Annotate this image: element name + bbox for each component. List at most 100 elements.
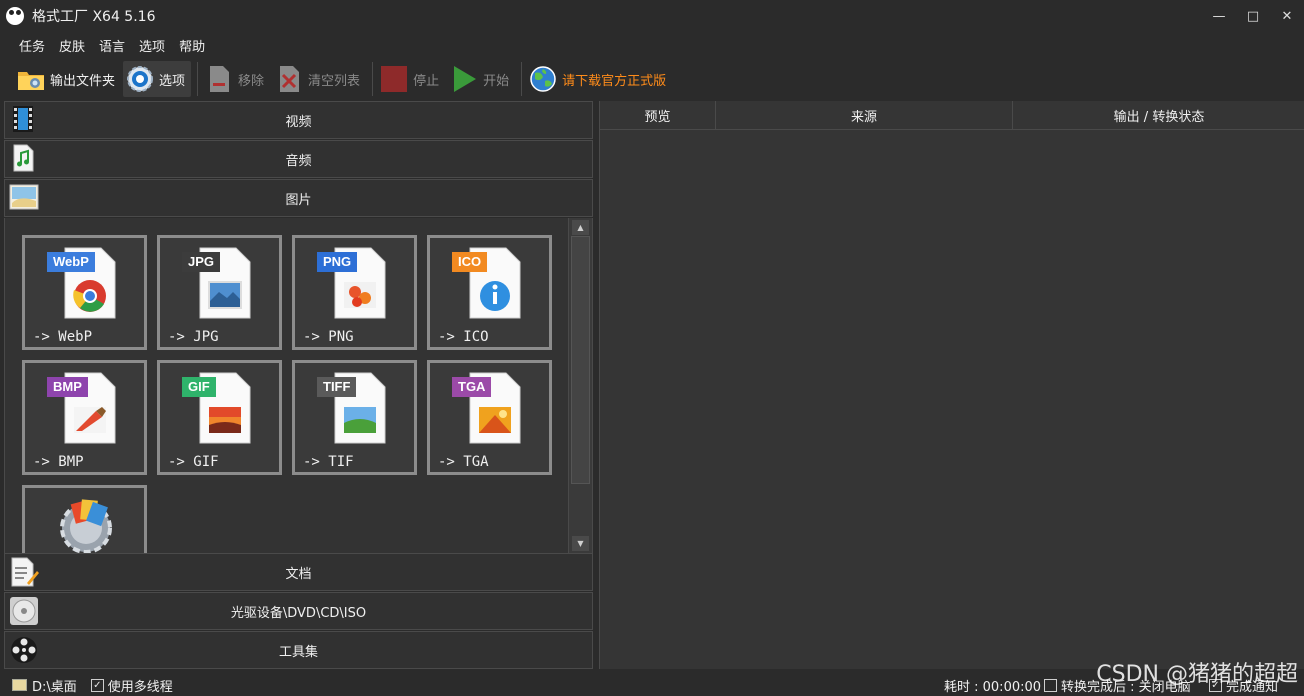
- ico-tile-label: -> ICO: [438, 329, 489, 345]
- convert-to-gif-tile[interactable]: GIF -> GIF: [157, 360, 282, 475]
- category-image-label: 图片: [285, 192, 312, 208]
- convert-to-tif-tile[interactable]: TIFF -> TIF: [292, 360, 417, 475]
- play-icon: [449, 64, 479, 94]
- output-path: D:\桌面: [32, 679, 77, 695]
- menu-skin[interactable]: 皮肤: [52, 36, 92, 55]
- toolbar-divider: [372, 62, 374, 96]
- gear-icon: [125, 64, 155, 94]
- category-panel: 视频 音频 图片 WebP -> WebP JPG -> JPG PNG -> …: [4, 101, 594, 669]
- scroll-thumb[interactable]: [571, 236, 590, 484]
- gif-tile-label: -> GIF: [168, 454, 219, 470]
- picture-icon: [9, 183, 39, 213]
- image-tools-gear-icon: [60, 499, 112, 553]
- globe-icon: [528, 64, 558, 94]
- output-folder-button[interactable]: 输出文件夹: [14, 61, 121, 97]
- multithread-label: 使用多线程: [107, 679, 173, 695]
- menu-task[interactable]: 任务: [12, 36, 52, 55]
- webp-tag: WebP: [47, 252, 95, 272]
- remove-label: 移除: [238, 73, 265, 89]
- image-tools-tile[interactable]: [22, 485, 147, 553]
- download-official-label: 请下载官方正式版: [562, 73, 667, 89]
- category-audio[interactable]: 音频: [4, 140, 593, 178]
- category-video-label: 视频: [285, 114, 312, 130]
- png-tag: PNG: [317, 252, 358, 272]
- scroll-up-arrow-icon[interactable]: ▲: [572, 220, 589, 235]
- jpg-tile-label: -> JPG: [168, 329, 219, 345]
- close-button[interactable]: ✕: [1270, 0, 1304, 32]
- film-reel-icon: [9, 635, 39, 665]
- category-document-label: 文档: [285, 566, 312, 582]
- stop-button[interactable]: 停止: [377, 61, 445, 97]
- disc-drive-icon: [9, 596, 39, 626]
- menu-language[interactable]: 语言: [92, 36, 132, 55]
- scroll-down-arrow-icon[interactable]: ▼: [572, 536, 589, 551]
- stop-icon: [379, 64, 409, 94]
- convert-to-bmp-tile[interactable]: BMP -> BMP: [22, 360, 147, 475]
- category-disc-label: 光驱设备\DVD\CD\ISO: [230, 605, 367, 621]
- folder-icon: [16, 64, 46, 94]
- music-note-icon: [9, 144, 39, 174]
- category-tools[interactable]: 工具集: [4, 631, 593, 669]
- column-source[interactable]: 来源: [716, 101, 1013, 130]
- tiff-tag: TIFF: [317, 377, 357, 397]
- toolbar-divider: [197, 62, 199, 96]
- window-title: 格式工厂 X64 5.16: [32, 9, 156, 25]
- menu-bar: 任务 皮肤 语言 选项 帮助: [0, 32, 1304, 58]
- webp-tile-label: -> WebP: [33, 329, 93, 345]
- remove-file-icon: [204, 64, 234, 94]
- category-video[interactable]: 视频: [4, 101, 593, 139]
- film-strip-icon: [9, 105, 39, 135]
- column-preview[interactable]: 预览: [600, 101, 716, 130]
- bmp-tile-label: -> BMP: [33, 454, 84, 470]
- toolbar-divider: [521, 62, 523, 96]
- elapsed-time: 耗时 : 00:00:00: [944, 676, 1041, 695]
- category-image[interactable]: 图片: [4, 179, 593, 217]
- convert-to-webp-tile[interactable]: WebP -> WebP: [22, 235, 147, 350]
- multithread-option[interactable]: ✓ 使用多线程: [90, 676, 173, 695]
- start-button[interactable]: 开始: [447, 61, 515, 97]
- tga-tag: TGA: [452, 377, 492, 397]
- download-official-link[interactable]: 请下载官方正式版: [526, 61, 672, 97]
- window-controls: — □ ✕: [1202, 0, 1304, 32]
- options-label: 选项: [159, 73, 186, 89]
- image-format-gallery: WebP -> WebP JPG -> JPG PNG -> PNG ICO -…: [4, 218, 593, 553]
- multithread-checkbox[interactable]: ✓: [90, 678, 104, 692]
- maximize-button[interactable]: □: [1236, 0, 1270, 32]
- menu-help[interactable]: 帮助: [172, 36, 212, 55]
- after-convert-checkbox[interactable]: [1044, 678, 1057, 692]
- clear-list-icon: [274, 64, 304, 94]
- jpg-tag: JPG: [182, 252, 221, 272]
- minimize-button[interactable]: —: [1202, 0, 1236, 32]
- clear-list-label: 清空列表: [308, 73, 361, 89]
- task-list-panel[interactable]: 预览 来源 输出 / 转换状态: [599, 101, 1304, 669]
- category-document[interactable]: 文档: [4, 553, 593, 591]
- bmp-tag: BMP: [47, 377, 88, 397]
- convert-to-ico-tile[interactable]: ICO -> ICO: [427, 235, 552, 350]
- column-output-status[interactable]: 输出 / 转换状态: [1013, 101, 1304, 130]
- tga-tile-label: -> TGA: [438, 454, 489, 470]
- app-logo-icon: [6, 7, 24, 25]
- ico-tag: ICO: [452, 252, 488, 272]
- menu-options[interactable]: 选项: [132, 36, 172, 55]
- folder-small-icon: [12, 679, 27, 691]
- convert-to-jpg-tile[interactable]: JPG -> JPG: [157, 235, 282, 350]
- clear-list-button[interactable]: 清空列表: [272, 61, 366, 97]
- document-edit-icon: [9, 557, 39, 587]
- tif-tile-label: -> TIF: [303, 454, 354, 470]
- gif-tag: GIF: [182, 377, 216, 397]
- options-button[interactable]: 选项: [123, 61, 192, 97]
- gallery-scrollbar[interactable]: ▲ ▼: [568, 218, 592, 553]
- output-path-indicator[interactable]: D:\桌面: [12, 676, 77, 695]
- convert-to-png-tile[interactable]: PNG -> PNG: [292, 235, 417, 350]
- stop-label: 停止: [413, 73, 440, 89]
- output-folder-label: 输出文件夹: [50, 73, 116, 89]
- remove-button[interactable]: 移除: [202, 61, 270, 97]
- category-disc[interactable]: 光驱设备\DVD\CD\ISO: [4, 592, 593, 630]
- elapsed-label: 耗时 : 00:00:00: [944, 679, 1042, 695]
- category-audio-label: 音频: [285, 153, 312, 169]
- convert-to-tga-tile[interactable]: TGA -> TGA: [427, 360, 552, 475]
- start-label: 开始: [483, 73, 510, 89]
- category-tools-label: 工具集: [278, 644, 318, 660]
- title-bar: 格式工厂 X64 5.16 — □ ✕: [0, 0, 1304, 32]
- toolbar: 输出文件夹 选项 移除 清空列表 停止 开始 请下载官方正式版: [0, 58, 1304, 100]
